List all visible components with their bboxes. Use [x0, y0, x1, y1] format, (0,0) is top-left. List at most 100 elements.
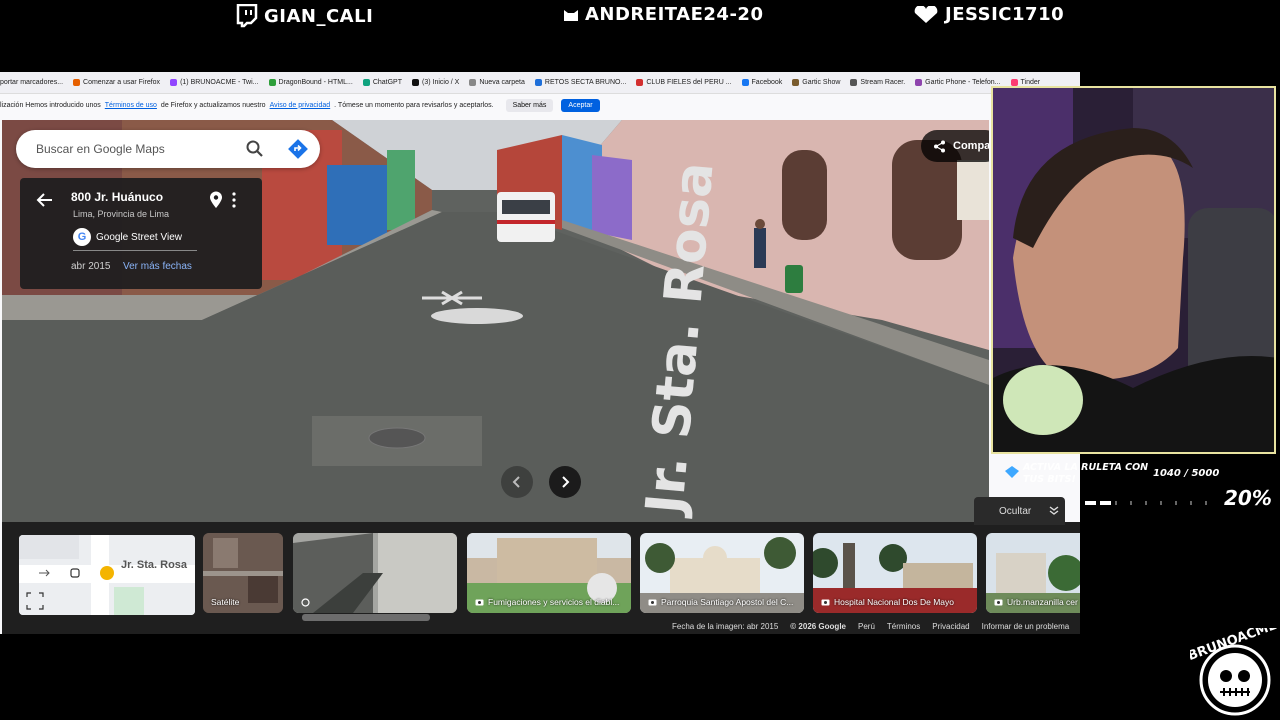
- bookmark-item[interactable]: DragonBound - HTML...: [268, 79, 353, 86]
- bookmark-label: Stream Racer.: [860, 79, 906, 86]
- bookmark-favicon-icon: [170, 79, 178, 86]
- photo-thumb[interactable]: Parroquia Santiago Apostol del C...: [640, 533, 804, 613]
- bookmark-item[interactable]: Facebook: [741, 79, 783, 86]
- street-view-label: Google Street View: [96, 231, 182, 243]
- more-options-icon[interactable]: [232, 192, 236, 208]
- street-view-panorama[interactable]: Jr. Sta. Rosa Buscar en Google Maps 800 …: [2, 120, 989, 522]
- bookmark-item[interactable]: Gartic Show: [792, 79, 840, 86]
- bookmark-label: Nueva carpeta: [479, 79, 525, 86]
- divider: [73, 250, 197, 251]
- place-title: 800 Jr. Huánuco: [71, 190, 164, 204]
- photo-thumb[interactable]: Fumigaciones y servicios el diabl...: [467, 533, 631, 613]
- progress-segment: [1190, 501, 1192, 505]
- bookmark-item[interactable]: CLUB FIELES del PERU ...: [636, 79, 732, 86]
- progress-segment: [1175, 501, 1177, 505]
- thumb-label: Urb.manzanilla cer: [1007, 597, 1078, 607]
- google-g-icon: G: [73, 228, 91, 246]
- hide-label: Ocultar: [999, 505, 1032, 517]
- progress-segment: [1115, 501, 1117, 505]
- bookmark-favicon-icon: [362, 79, 370, 86]
- report-problem-link[interactable]: Informar de un problema: [982, 622, 1070, 631]
- photo-strip: Ocultar Jr. Sta. Rosa Satélite Fumigacio…: [2, 497, 1080, 634]
- top-name-label: GIAN_CALI: [264, 5, 374, 27]
- back-arrow-icon[interactable]: [36, 192, 54, 208]
- share-button[interactable]: Compa: [921, 130, 989, 162]
- scrollbar-thumb[interactable]: [302, 614, 430, 621]
- privacy-link[interactable]: Privacidad: [932, 622, 969, 631]
- bookmark-item[interactable]: Gartic Phone - Telefon...: [915, 79, 1001, 86]
- place-info-card: 800 Jr. Huánuco Lima, Provincia de Lima …: [20, 178, 262, 289]
- previous-photo-button[interactable]: [501, 466, 533, 498]
- bookmark-item[interactable]: (1) BRUNOACME - Twi...: [170, 79, 259, 86]
- bookmark-label: Facebook: [751, 79, 783, 86]
- hide-strip-button[interactable]: Ocultar: [974, 497, 1065, 525]
- mini-map[interactable]: Jr. Sta. Rosa: [19, 535, 195, 615]
- bookmark-item[interactable]: Tinder: [1010, 79, 1040, 86]
- directions-icon[interactable]: [288, 139, 308, 159]
- copyright: © 2026 Google: [790, 622, 846, 631]
- thumb-label: Hospital Nacional Dos De Mayo: [834, 597, 954, 607]
- notice-middle: de Firefox y actualizamos nuestro: [160, 101, 266, 109]
- search-box[interactable]: Buscar en Google Maps: [16, 130, 320, 168]
- bookmark-favicon-icon: [741, 79, 749, 86]
- bookmark-favicon-icon: [915, 79, 923, 86]
- bookmark-item[interactable]: ChatGPT: [362, 79, 402, 86]
- camera-icon: [475, 599, 484, 606]
- bookmark-label: Comenzar a usar Firefox: [83, 79, 161, 86]
- search-icon[interactable]: [246, 140, 264, 158]
- webcam-feed: [991, 86, 1276, 454]
- terms-link[interactable]: Términos: [887, 622, 920, 631]
- camera-icon: [994, 599, 1003, 606]
- bookmark-item[interactable]: portar marcadores...: [0, 79, 63, 86]
- chevron-right-icon: [562, 476, 570, 488]
- bookmark-item[interactable]: Stream Racer.: [850, 79, 905, 86]
- share-label: Compa: [953, 140, 989, 152]
- bookmark-favicon-icon: [268, 79, 276, 86]
- bits-progress-bar: [1085, 501, 1207, 505]
- terms-link[interactable]: Términos de uso: [105, 102, 157, 109]
- maps-footer: Fecha de la imagen: abr 2015 © 2026 Goog…: [672, 622, 1069, 631]
- learn-more-button[interactable]: Saber más: [505, 98, 554, 112]
- progress-segment: [1160, 501, 1162, 505]
- streetview-thumb[interactable]: [293, 533, 457, 613]
- place-subtitle: Lima, Provincia de Lima: [73, 209, 170, 219]
- progress-segment: [1085, 501, 1096, 505]
- browser-window: portar marcadores... Comenzar a usar Fire…: [0, 72, 1080, 634]
- next-photo-button[interactable]: [549, 466, 581, 498]
- bookmark-item[interactable]: RETOS SECTA BRUNO...: [534, 79, 626, 86]
- camera-icon: [648, 599, 657, 606]
- notice-suffix: . Tómese un momento para revisarlos y ac…: [334, 101, 494, 109]
- country-link[interactable]: Perú: [858, 622, 875, 631]
- bookmark-item[interactable]: Comenzar a usar Firefox: [73, 79, 160, 86]
- streetview-icon: [301, 598, 310, 607]
- progress-segment: [1130, 501, 1132, 505]
- bookmark-item[interactable]: (3) Inicio / X: [412, 79, 459, 86]
- camera-icon: [821, 599, 830, 606]
- roulette-line1: ACTIVA LA RULETA CON: [1023, 462, 1149, 473]
- bookmark-label: ChatGPT: [372, 79, 402, 86]
- mini-map-street-label: Jr. Sta. Rosa: [121, 559, 188, 571]
- bookmark-item[interactable]: Nueva carpeta: [469, 79, 525, 86]
- strip-scrollbar[interactable]: [292, 614, 1080, 622]
- top-name-2: ANDREITAE24-20: [563, 4, 763, 25]
- bookmarks-bar: portar marcadores... Comenzar a usar Fire…: [0, 72, 1080, 94]
- photo-thumb[interactable]: Hospital Nacional Dos De Mayo: [813, 533, 977, 613]
- accept-button[interactable]: Aceptar: [561, 98, 600, 112]
- progress-segment: [1100, 501, 1111, 505]
- bookmark-favicon-icon: [1010, 79, 1018, 86]
- bookmark-label: Gartic Phone - Telefon...: [925, 79, 1001, 86]
- satellite-thumb[interactable]: Satélite: [203, 533, 283, 613]
- more-dates-link[interactable]: Ver más fechas: [123, 261, 192, 272]
- privacy-link[interactable]: Aviso de privacidad: [270, 102, 331, 109]
- mini-map-graphic: Jr. Sta. Rosa: [19, 535, 195, 615]
- location-pin-icon[interactable]: [209, 191, 223, 209]
- bookmark-favicon-icon: [412, 79, 419, 86]
- photo-thumb[interactable]: Urb.manzanilla cer: [986, 533, 1080, 613]
- bookmark-favicon-icon: [534, 79, 542, 86]
- top-name-label: ANDREITAE24-20: [585, 4, 764, 25]
- bookmark-label: (1) BRUNOACME - Twi...: [180, 79, 259, 86]
- search-input[interactable]: Buscar en Google Maps: [36, 142, 165, 156]
- capture-date: abr 2015: [71, 261, 111, 272]
- notice-prefix: lización Hemos introducido unos: [0, 101, 101, 109]
- bookmark-favicon-icon: [792, 79, 800, 86]
